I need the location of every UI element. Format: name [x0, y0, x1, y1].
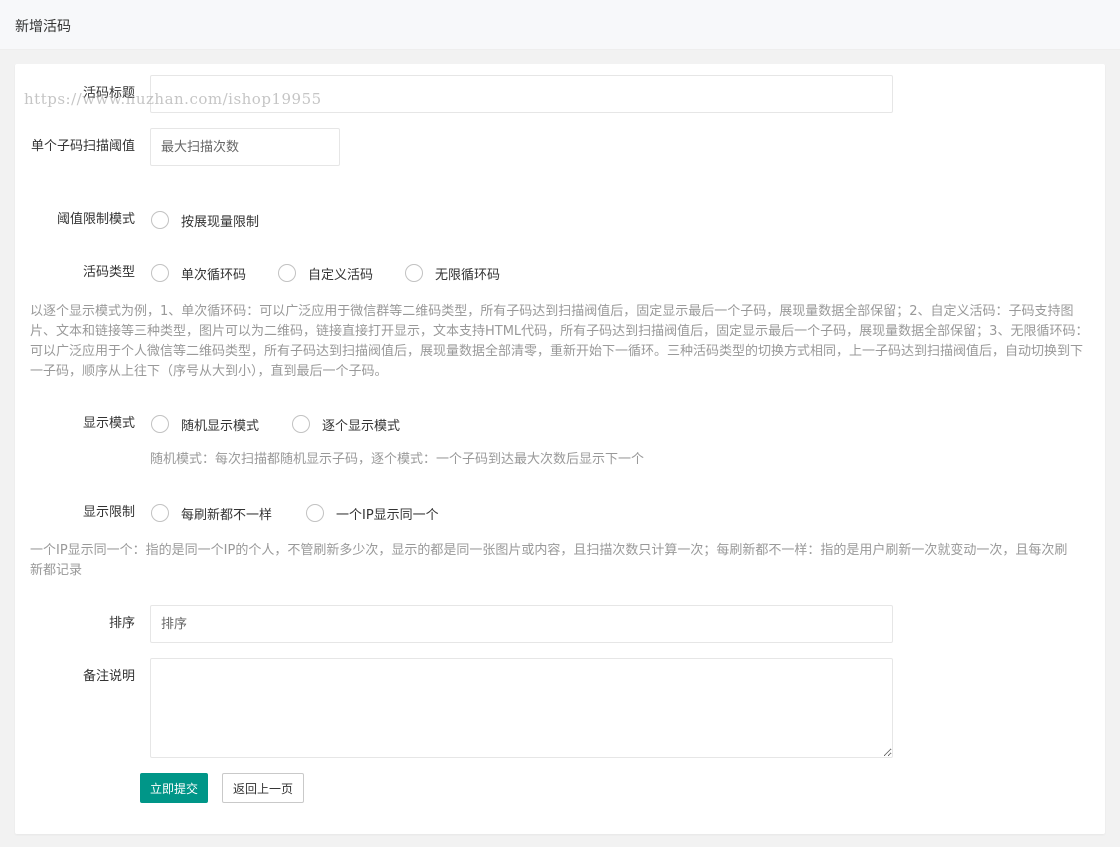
radio-circle-icon	[292, 415, 310, 433]
radio-label: 无限循环码	[435, 267, 501, 283]
radio-label: 一个IP显示同一个	[336, 507, 439, 523]
title-input[interactable]	[150, 75, 893, 113]
radio-circle-icon	[151, 264, 169, 282]
radio-circle-icon	[405, 264, 423, 282]
radio-circle-icon	[151, 211, 169, 229]
display-limit-label: 显示限制	[82, 505, 135, 520]
radio-threshold-by-impressions[interactable]: 按展现量限制	[151, 209, 259, 231]
remark-label: 备注说明	[82, 669, 135, 684]
page-title: 新增活码	[15, 19, 71, 35]
radio-label: 自定义活码	[308, 267, 374, 283]
type-note: 以逐个显示模式为例，1、单次循环码：可以广泛应用于微信群等二维码类型，所有子码达…	[30, 304, 1089, 379]
radio-circle-icon	[278, 264, 296, 282]
title-label: 活码标题	[82, 86, 135, 101]
radio-limit-per-refresh[interactable]: 每刷新都不一样	[151, 502, 272, 524]
page-header: 新增活码	[0, 0, 1120, 50]
radio-display-sequential[interactable]: 逐个显示模式	[292, 413, 400, 435]
radio-label: 单次循环码	[181, 267, 247, 283]
back-button[interactable]: 返回上一页	[222, 773, 304, 803]
submit-button[interactable]: 立即提交	[140, 773, 208, 803]
type-label: 活码类型	[82, 265, 135, 280]
radio-display-random[interactable]: 随机显示模式	[151, 413, 259, 435]
threshold-input[interactable]	[150, 128, 340, 166]
radio-limit-same-ip[interactable]: 一个IP显示同一个	[306, 502, 439, 524]
threshold-label: 单个子码扫描阈值	[30, 139, 135, 154]
radio-label: 按展现量限制	[181, 214, 260, 230]
display-mode-label: 显示模式	[82, 416, 135, 431]
remark-textarea[interactable]	[150, 658, 893, 758]
radio-label: 每刷新都不一样	[181, 507, 273, 523]
threshold-mode-label: 阈值限制模式	[56, 212, 135, 227]
radio-type-infinite-loop[interactable]: 无限循环码	[405, 262, 500, 284]
radio-type-single-loop[interactable]: 单次循环码	[151, 262, 246, 284]
radio-circle-icon	[151, 504, 169, 522]
display-mode-note: 随机模式：每次扫描都随机显示子码，逐个模式：一个子码到达最大次数后显示下一个	[150, 452, 645, 467]
sort-input[interactable]	[150, 605, 893, 643]
radio-label: 逐个显示模式	[322, 418, 401, 434]
radio-circle-icon	[306, 504, 324, 522]
display-limit-note: 一个IP显示同一个：指的是同一个IP的个人，不管刷新多少次，显示的都是同一张图片…	[30, 543, 1068, 578]
radio-circle-icon	[151, 415, 169, 433]
sort-label: 排序	[108, 616, 135, 631]
radio-label: 随机显示模式	[181, 418, 260, 434]
radio-type-custom[interactable]: 自定义活码	[278, 262, 373, 284]
